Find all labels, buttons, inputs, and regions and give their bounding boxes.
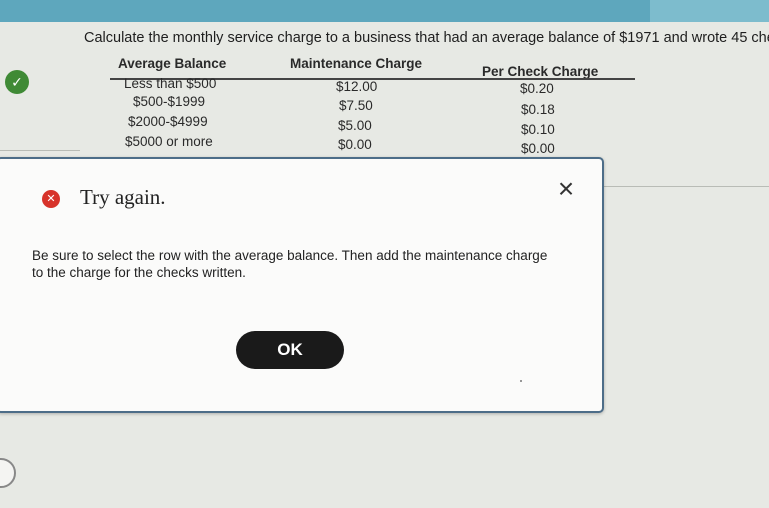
question-text: Calculate the monthly service charge to … — [84, 30, 769, 46]
header-maintenance-charge: Maintenance Charge — [290, 56, 423, 71]
table-cell-per-check: $0.20 — [520, 81, 554, 96]
table-cell-balance: $5000 or more — [125, 134, 213, 149]
dialog-message: Be sure to select the row with the avera… — [32, 248, 548, 280]
table-cell-balance: $2000-$4999 — [128, 114, 208, 129]
divider — [0, 150, 80, 151]
try-again-dialog: ✕ Try again. × Be sure to select the row… — [0, 157, 604, 413]
header-average-balance: Average Balance — [118, 56, 227, 71]
table-cell-maintenance: $5.00 — [338, 118, 372, 133]
table-cell-per-check: $0.10 — [521, 122, 555, 137]
table-cell-maintenance: $12.00 — [336, 79, 378, 94]
table-cell-maintenance: $7.50 — [339, 98, 373, 113]
ok-button[interactable]: OK — [236, 331, 344, 369]
x-circle-icon: ✕ — [42, 190, 60, 208]
dialog-title: Try again. — [80, 185, 166, 209]
stray-dot — [520, 380, 522, 382]
top-strip-end — [650, 0, 769, 22]
table-cell-balance: $500-$1999 — [133, 94, 206, 109]
table-cell-balance: Less than $500 — [124, 76, 217, 91]
table-cell-per-check: $0.18 — [521, 102, 555, 117]
header-per-check-charge: Per Check Charge — [482, 64, 599, 79]
close-icon[interactable]: × — [552, 175, 580, 203]
answer-radio[interactable] — [0, 458, 16, 488]
table-cell-per-check: $0.00 — [521, 141, 555, 156]
divider — [600, 186, 769, 187]
table-cell-maintenance: $0.00 — [338, 137, 372, 152]
rate-table: Average Balance Maintenance Charge Per C… — [0, 52, 769, 162]
